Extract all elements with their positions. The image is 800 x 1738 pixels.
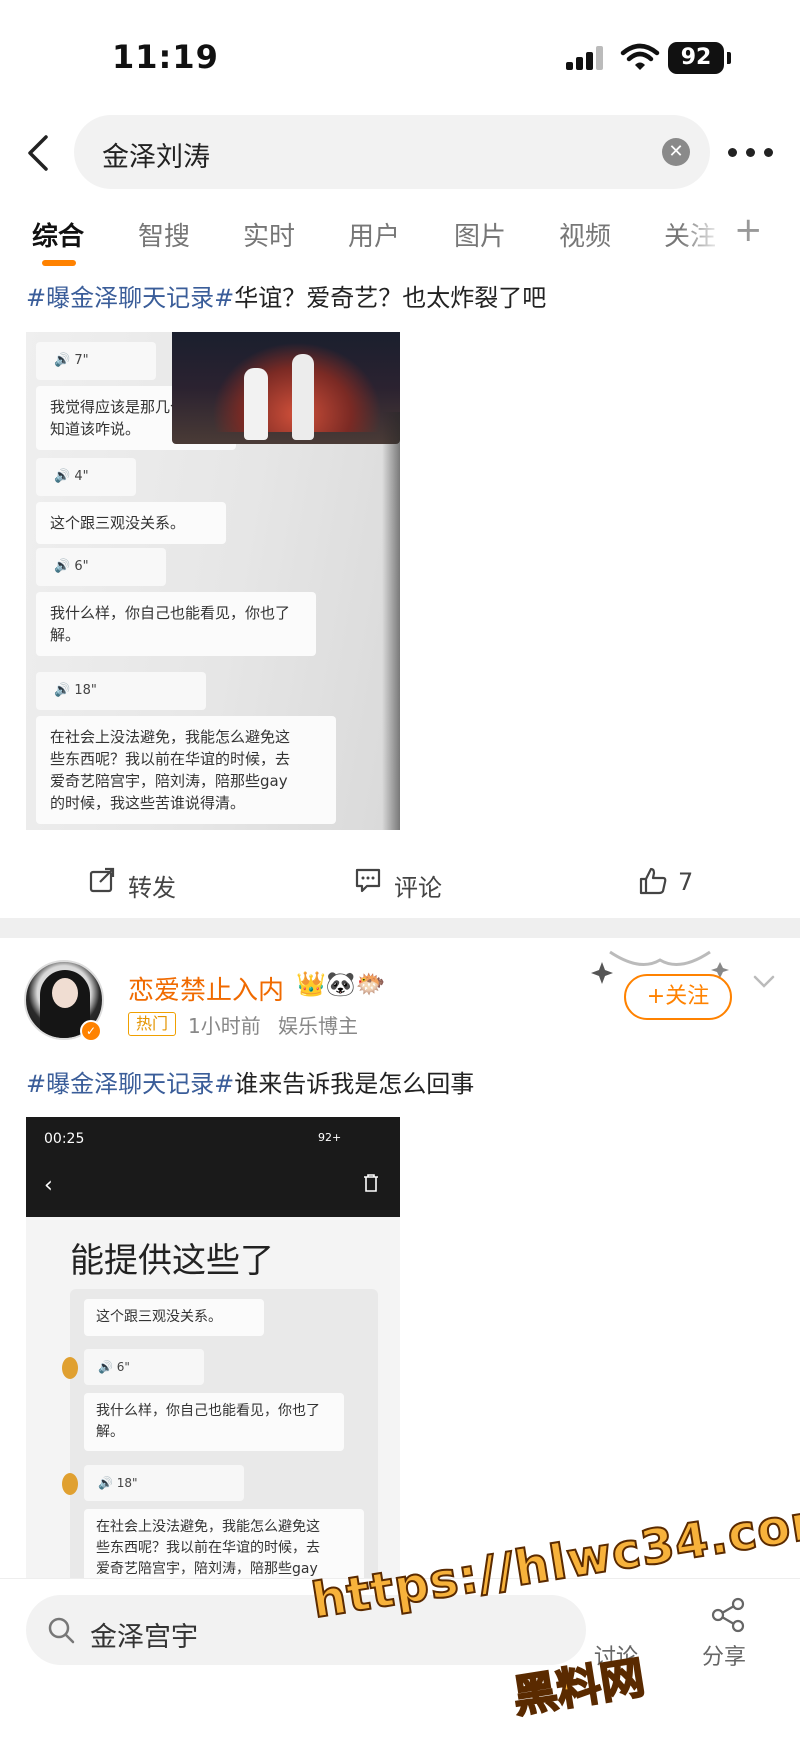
- search-row: 金泽刘涛 ✕: [0, 115, 800, 191]
- status-time: 11:19: [112, 38, 219, 76]
- phone-battery: 92+: [318, 1131, 342, 1144]
- voice-message-duration: 🔊 6": [84, 1349, 204, 1385]
- repost-icon: [89, 867, 115, 893]
- clear-icon[interactable]: ✕: [662, 138, 690, 166]
- thumbs-up-icon: [639, 867, 667, 895]
- phone-topbar: 00:25 92+ ‹: [26, 1117, 400, 1217]
- voice-message-duration: 🔊 18": [36, 672, 206, 710]
- back-arrow-icon[interactable]: [14, 125, 64, 181]
- search-input[interactable]: 金泽刘涛 ✕: [74, 115, 710, 189]
- chat-message: 在社会上没法避免，我能怎么避免这 些东西呢？我以前在华谊的时候，去 爱奇艺陪宫宇…: [36, 716, 336, 824]
- follow-button[interactable]: +关注: [624, 974, 732, 1020]
- battery-icon: 92: [668, 42, 731, 74]
- post2-account-type: 娱乐博主: [278, 1014, 358, 1038]
- post2-time: 1小时前: [188, 1014, 261, 1038]
- person-figure: [244, 368, 268, 440]
- search-query-text: 金泽刘涛: [102, 142, 210, 173]
- chat-message: 这个跟三观没关系。: [84, 1299, 264, 1336]
- search-icon: [48, 1617, 75, 1644]
- post2-hashtag[interactable]: #曝金泽聊天记录#: [26, 1070, 234, 1098]
- wifi-icon: [620, 43, 660, 70]
- tab-images[interactable]: 图片: [454, 216, 506, 253]
- phone-back-icon: ‹: [44, 1173, 53, 1198]
- chat-message: 这个跟三观没关系。: [36, 502, 226, 544]
- voice-message-duration: 🔊 7": [36, 342, 156, 380]
- comment-icon: [355, 868, 381, 893]
- post-divider: [0, 918, 800, 938]
- signal-icon: [566, 46, 606, 70]
- user-badges: 👑🐼🐡: [296, 970, 386, 998]
- post2-username[interactable]: 恋爱禁止入内: [128, 970, 284, 1007]
- post1-hashtag[interactable]: #曝金泽聊天记录#: [26, 284, 234, 312]
- chat-message: 我什么样，你自己也能看见，你也了 解。: [84, 1393, 344, 1451]
- tab-comprehensive[interactable]: 综合: [32, 216, 84, 253]
- voice-message-duration: 🔊 18": [84, 1465, 244, 1501]
- like-button[interactable]: 7: [638, 866, 718, 902]
- avatar-dot: [62, 1357, 78, 1379]
- hot-badge: 热门: [128, 1012, 176, 1036]
- phone-chat-area: 这个跟三观没关系。 🔊 6" 我什么样，你自己也能看见，你也了 解。 🔊 18"…: [70, 1289, 378, 1587]
- person-figure: [292, 354, 314, 440]
- repost-button[interactable]: 转发: [88, 866, 198, 902]
- verified-badge-icon: ✓: [80, 1020, 102, 1042]
- tab-realtime[interactable]: 实时: [243, 216, 295, 253]
- add-tab-icon[interactable]: +: [734, 210, 763, 250]
- status-bar: 11:19 92: [0, 0, 800, 110]
- post2-text: #曝金泽聊天记录#谁来告诉我是怎么回事: [26, 1064, 474, 1099]
- voice-message-duration: 🔊 6": [36, 548, 166, 586]
- post1-text: #曝金泽聊天记录#华谊？爱奇艺？也太炸裂了吧: [26, 278, 546, 313]
- phone-heading: 能提供这些了: [70, 1241, 274, 1281]
- post2-body: 谁来告诉我是怎么回事: [234, 1070, 475, 1098]
- watermark-name: 黑料网: [509, 1651, 649, 1724]
- avatar-dot: [62, 1473, 78, 1495]
- voice-message-duration: 🔊 4": [36, 458, 136, 496]
- bottom-search-query: 金泽宫宇: [90, 1622, 198, 1653]
- post1-action-bar: 转发 评论 7: [0, 856, 800, 912]
- active-tab-indicator: [42, 260, 76, 266]
- chat-message: 我什么样，你自己也能看见，你也了 解。: [36, 592, 316, 656]
- inset-photo: [172, 332, 400, 444]
- trash-icon: [364, 1174, 378, 1192]
- tab-videos[interactable]: 视频: [559, 216, 611, 253]
- tab-smart-search[interactable]: 智搜: [138, 216, 190, 253]
- more-options-icon[interactable]: [728, 135, 780, 169]
- comment-button[interactable]: 评论: [354, 866, 464, 902]
- post1-body: 华谊？爱奇艺？也太炸裂了吧: [234, 284, 547, 312]
- post1-image[interactable]: 🔊 7" 我觉得应该是那几个 知道该咋说。 🔊 4" 这个跟三观没关系。 🔊 6…: [26, 332, 400, 830]
- image-shadow: [382, 412, 400, 830]
- phone-time: 00:25: [44, 1131, 85, 1147]
- post2-image[interactable]: 00:25 92+ ‹ 能提供这些了 这个跟三观没关系。 🔊 6" 我什么样，你…: [26, 1117, 400, 1587]
- search-tabs: 综合 智搜 实时 用户 图片 视频 关注 +: [0, 210, 800, 270]
- tab-fade: [680, 210, 724, 260]
- watermark: https://hlwc34.com 黑料网: [307, 1489, 800, 1738]
- chevron-down-icon[interactable]: [752, 972, 776, 992]
- tab-users[interactable]: 用户: [348, 216, 400, 253]
